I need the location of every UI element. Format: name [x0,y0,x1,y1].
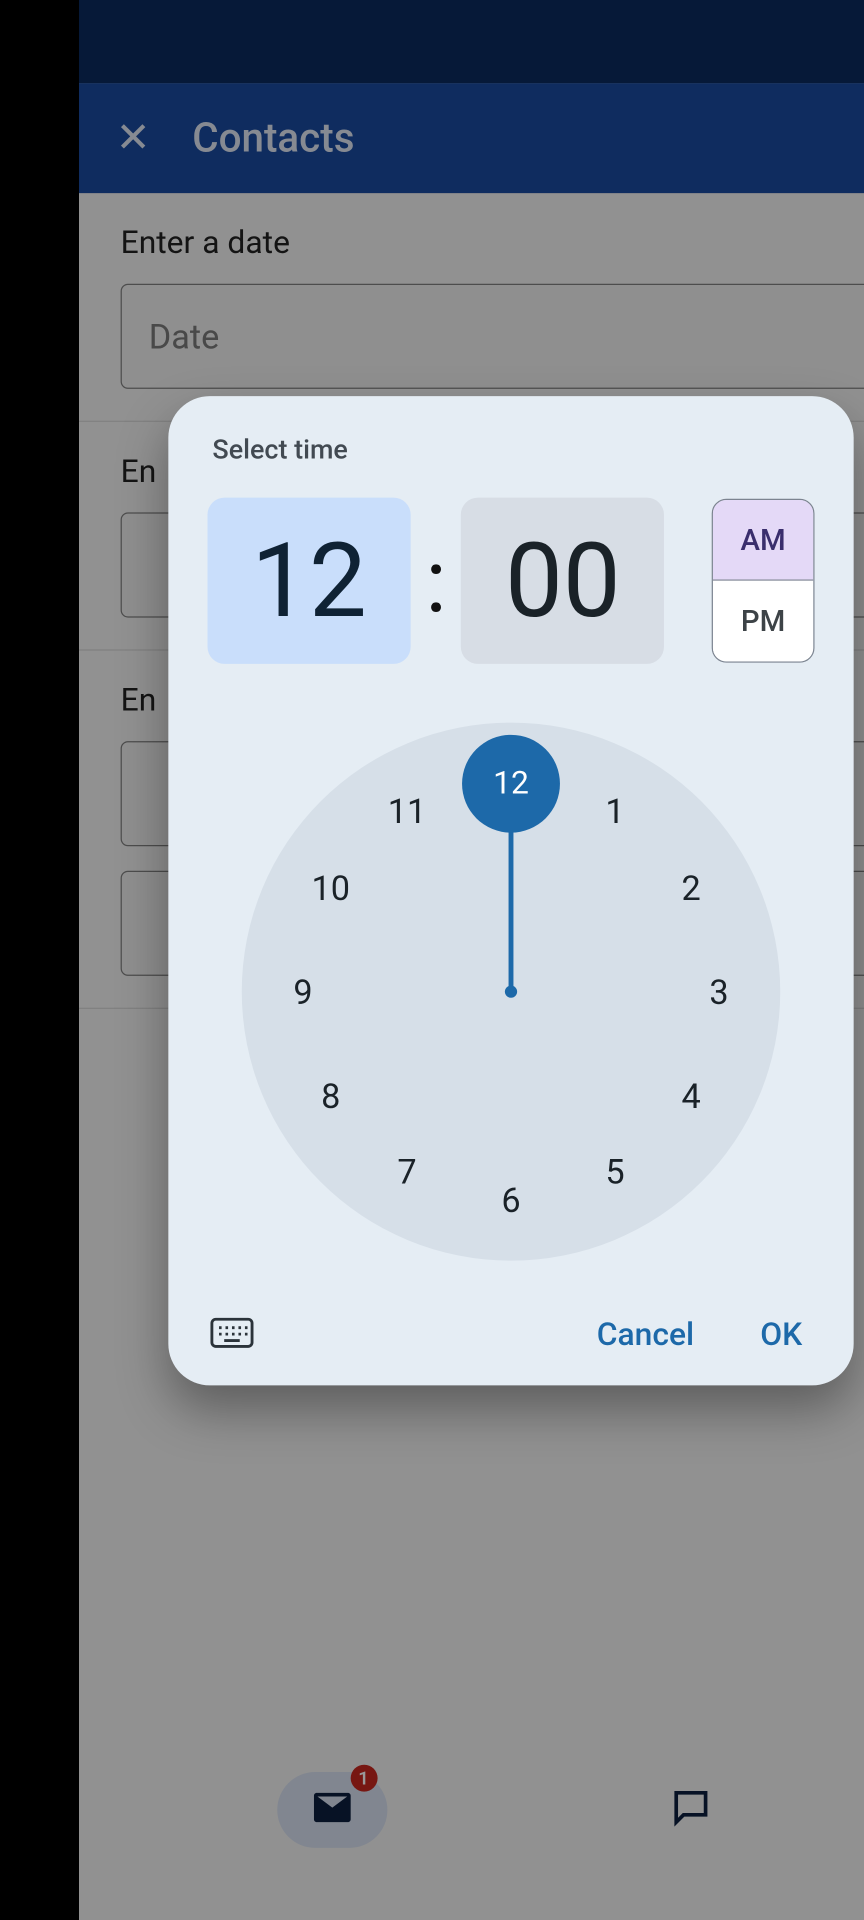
clock-hour-9[interactable]: 9 [254,943,352,1041]
time-picker-dialog: Select time 12 : 00 AM PM 12123456789101… [168,396,853,1385]
clock-hour-5[interactable]: 5 [566,1123,664,1221]
clock-hour-4[interactable]: 4 [642,1047,740,1145]
clock-hour-1[interactable]: 1 [566,763,664,861]
clock-hour-6[interactable]: 6 [462,1151,560,1249]
clock-hour-7[interactable]: 7 [358,1123,456,1221]
clock-hour-8[interactable]: 8 [282,1047,380,1145]
time-fields: 12 : 00 AM PM [207,498,814,664]
minute-field[interactable]: 00 [461,498,664,664]
am-pm-toggle: AM PM [712,499,815,663]
hour-field[interactable]: 12 [207,498,410,664]
time-colon: : [425,529,446,633]
clock-hour-3[interactable]: 3 [670,943,768,1041]
dialog-title: Select time [212,435,814,466]
pm-button[interactable]: PM [713,581,813,662]
keyboard-input-icon[interactable] [210,1314,254,1356]
cancel-button[interactable]: Cancel [597,1317,694,1354]
clock-face[interactable]: 121234567891011 [242,723,780,1261]
ok-button[interactable]: OK [760,1317,802,1354]
clock-center-dot [505,986,517,998]
clock-hour-12[interactable]: 12 [462,735,560,833]
am-button[interactable]: AM [713,500,813,581]
clock-hour-10[interactable]: 10 [282,839,380,937]
clock-hour-11[interactable]: 11 [358,763,456,861]
clock-hour-2[interactable]: 2 [642,839,740,937]
dialog-actions: Cancel OK [207,1314,814,1356]
